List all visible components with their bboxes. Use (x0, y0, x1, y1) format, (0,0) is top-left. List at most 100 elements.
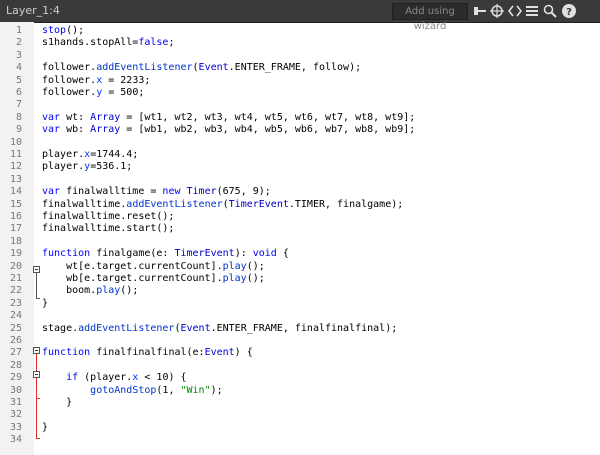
code-text: var finalwalltime = new Timer(675, 9); (42, 186, 271, 198)
fold-toggle-icon[interactable] (33, 266, 40, 273)
code-line[interactable]: 32 (0, 409, 600, 421)
code-line[interactable]: 8 var wt: Array = [wt1, wt2, wt3, wt4, wt… (0, 112, 600, 124)
code-line[interactable]: 26 (0, 335, 600, 347)
code-text: boom.play(); (42, 285, 138, 297)
code-line[interactable]: 7 (0, 99, 600, 111)
code-token: follower. (42, 87, 97, 98)
code-line[interactable]: 2 s1hands.stopAll=false; (0, 37, 600, 49)
code-token: finalgame(e: (90, 248, 175, 260)
code-line[interactable]: 29 if (player.x < 10) { (0, 372, 600, 384)
code-line[interactable]: 15 finalwalltime.addEventListener(TimerEv… (0, 199, 600, 211)
code-line[interactable]: 18 (0, 236, 600, 248)
code-token: Event (198, 62, 229, 74)
code-line[interactable]: 1 stop(); (0, 25, 600, 37)
help-icon[interactable]: ? (561, 3, 577, 19)
code-token: play (96, 285, 121, 297)
code-token: var (42, 124, 61, 136)
code-line[interactable]: 21 wb[e.target.currentCount].play(); (0, 273, 600, 285)
code-line[interactable]: 3 (0, 50, 600, 62)
code-line[interactable]: 20 wt[e.target.currentCount].play(); (0, 261, 600, 273)
code-line[interactable]: 23} (0, 298, 600, 310)
code-token: < 10) { (138, 372, 187, 384)
code-token: finalwalltime. (42, 198, 127, 210)
line-number: 30 (9, 384, 22, 396)
target-icon[interactable] (489, 3, 505, 19)
pin-icon[interactable] (472, 3, 488, 19)
fold-end (36, 298, 40, 299)
code-text: finalwalltime.addEventListener(TimerEven… (42, 199, 403, 211)
line-number: 6 (15, 87, 22, 98)
code-token: ); (210, 384, 223, 396)
line-number: 11 (9, 149, 22, 160)
code-token: (); (120, 285, 139, 297)
fold-toggle-icon[interactable] (33, 347, 40, 354)
code-token: =536.1; (90, 161, 133, 173)
code-text: } (42, 422, 48, 434)
code-line[interactable]: 16 finalwalltime.reset(); (0, 211, 600, 223)
code-token: = [wb1, wb2, wb3, wb4, wb5, wb6, wb7, wb… (120, 124, 416, 136)
list-icon[interactable] (524, 3, 540, 19)
code-line[interactable]: 34 (0, 434, 600, 446)
code-line[interactable]: 6 follower.y = 500; (0, 87, 600, 99)
layer-title: Layer_1:4 (6, 4, 60, 17)
line-number: 27 (9, 347, 22, 359)
line-number: 19 (9, 248, 22, 260)
code-token: stop (42, 25, 67, 36)
code-line[interactable]: 19 function finalgame(e: TimerEvent): voi… (0, 248, 600, 260)
line-number: 31 (9, 397, 22, 408)
code-token: .TIMER, finalgame); (288, 198, 404, 210)
code-text: player.x=1744.4; (42, 149, 138, 161)
code-token: Array (90, 124, 121, 136)
code-line[interactable]: 30 gotoAndStop(1, "Win"); (0, 385, 600, 397)
fold-toggle-icon[interactable] (33, 371, 40, 378)
code-token: "Win" (180, 384, 211, 396)
code-brackets-icon[interactable] (507, 3, 523, 19)
line-number: 13 (9, 173, 22, 185)
code-line[interactable]: 25 stage.addEventListener(Event.ENTER_FRA… (0, 323, 600, 335)
code-line[interactable]: 33} (0, 422, 600, 434)
line-number: 22 (9, 285, 22, 297)
fold-end (36, 398, 40, 399)
search-icon[interactable] (542, 3, 558, 19)
code-line[interactable]: 4 follower.addEventListener(Event.ENTER_F… (0, 62, 600, 74)
code-line[interactable]: 13 (0, 174, 600, 186)
code-token: var (42, 111, 61, 123)
code-line[interactable]: 22 boom.play(); (0, 285, 600, 297)
code-token: player. (42, 161, 85, 173)
code-token: TimerEvent (228, 198, 289, 210)
code-line[interactable]: 11 player.x=1744.4; (0, 149, 600, 161)
code-token: play (222, 273, 247, 284)
code-line[interactable]: 10 (0, 137, 600, 149)
svg-text:?: ? (566, 7, 572, 18)
code-line[interactable]: 14 var finalwalltime = new Timer(675, 9); (0, 186, 600, 198)
line-number: 23 (9, 297, 22, 309)
code-token: void (252, 248, 277, 260)
line-number: 8 (15, 111, 22, 123)
code-text: follower.y = 500; (42, 87, 144, 99)
code-token: finalwalltime.reset(); (42, 211, 175, 222)
code-text: player.y=536.1; (42, 161, 132, 173)
code-line[interactable]: 28 (0, 360, 600, 372)
code-token: = 2233; (102, 74, 151, 86)
code-line[interactable]: 27 function finalfinalfinal(e:Event) { (0, 347, 600, 359)
code-token: false (138, 37, 169, 49)
line-number: 25 (9, 322, 22, 334)
code-line[interactable]: 24 (0, 310, 600, 322)
code-line[interactable]: 31 } (0, 397, 600, 409)
line-number: 21 (9, 273, 22, 284)
code-line[interactable]: 12 player.y=536.1; (0, 161, 600, 173)
add-using-wizard-button[interactable]: Add using wizard (392, 3, 468, 32)
code-line[interactable]: 9 var wb: Array = [wb1, wb2, wb3, wb4, wb… (0, 124, 600, 136)
line-number: 4 (15, 62, 22, 74)
code-text: function finalfinalfinal(e:Event) { (42, 347, 253, 359)
code-token: new (162, 186, 181, 198)
code-token: (675, 9); (216, 186, 271, 198)
code-line[interactable]: 5 follower.x = 2233; (0, 75, 600, 87)
code-token: Array (90, 111, 121, 123)
line-number: 10 (9, 136, 22, 148)
code-token: =1744.4; (90, 149, 139, 160)
code-line[interactable]: 17 finalwalltime.start(); (0, 223, 600, 235)
code-token: follower. (42, 62, 97, 74)
